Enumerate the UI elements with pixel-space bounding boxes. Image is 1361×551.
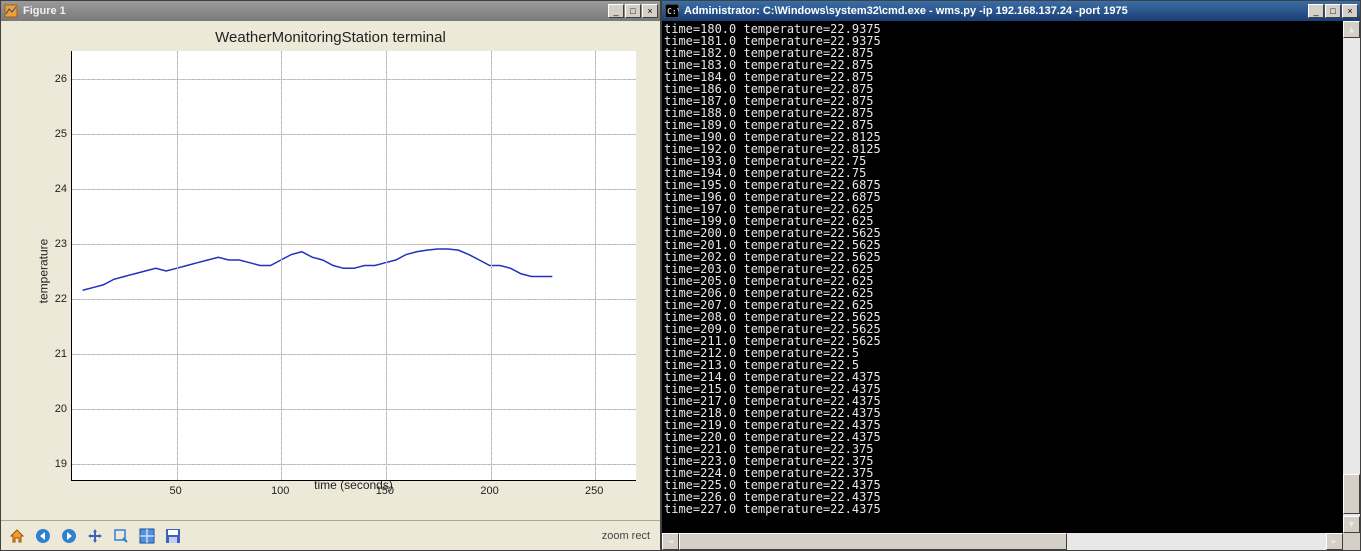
x-tick-label: 50: [166, 485, 186, 497]
terminal-title: Administrator: C:\Windows\system32\cmd.e…: [684, 5, 1308, 17]
terminal-window: C:\ Administrator: C:\Windows\system32\c…: [661, 0, 1361, 551]
scroll-right-button[interactable]: ►: [1326, 533, 1343, 550]
x-tick-label: 200: [480, 485, 500, 497]
plot-canvas[interactable]: [71, 51, 636, 481]
gridline-h: [72, 244, 636, 245]
y-tick-label: 21: [47, 348, 67, 360]
gridline-v: [386, 51, 387, 480]
y-tick-label: 22: [47, 293, 67, 305]
vertical-scrollbar[interactable]: ▲ ▼: [1343, 21, 1360, 533]
gridline-h: [72, 299, 636, 300]
maximize-button[interactable]: □: [625, 4, 641, 18]
svg-text:C:\: C:\: [667, 7, 679, 16]
minimize-button[interactable]: _: [608, 4, 624, 18]
scroll-left-button[interactable]: ◄: [662, 533, 679, 550]
gridline-h: [72, 354, 636, 355]
cmd-icon: C:\: [664, 3, 680, 19]
figure-toolbar: zoom rect: [1, 520, 660, 550]
home-button[interactable]: [5, 524, 29, 548]
y-tick-label: 23: [47, 238, 67, 250]
gridline-v: [595, 51, 596, 480]
figure-app-icon: [3, 3, 19, 19]
plot-area[interactable]: WeatherMonitoringStation terminal temper…: [1, 21, 660, 520]
pan-button[interactable]: [83, 524, 107, 548]
save-button[interactable]: [161, 524, 185, 548]
scrollbar-corner: [1343, 533, 1360, 550]
plot-title: WeatherMonitoringStation terminal: [1, 29, 660, 46]
plot-line: [72, 51, 636, 480]
minimize-button[interactable]: _: [1308, 4, 1324, 18]
terminal-content: time=180.0 temperature=22.9375 time=181.…: [664, 23, 1341, 531]
gridline-v: [491, 51, 492, 480]
scroll-down-button[interactable]: ▼: [1343, 516, 1360, 533]
subplot-button[interactable]: [135, 524, 159, 548]
gridline-h: [72, 409, 636, 410]
y-tick-label: 25: [47, 128, 67, 140]
scroll-thumb-v[interactable]: [1343, 474, 1360, 514]
gridline-h: [72, 79, 636, 80]
scroll-track-v[interactable]: [1343, 38, 1360, 516]
y-tick-label: 19: [47, 458, 67, 470]
y-tick-label: 24: [47, 183, 67, 195]
terminal-titlebar[interactable]: C:\ Administrator: C:\Windows\system32\c…: [662, 1, 1360, 21]
maximize-button[interactable]: □: [1325, 4, 1341, 18]
scroll-up-button[interactable]: ▲: [1343, 21, 1360, 38]
scroll-thumb-h[interactable]: [679, 533, 1067, 550]
close-button[interactable]: ×: [1342, 4, 1358, 18]
forward-button[interactable]: [57, 524, 81, 548]
gridline-v: [281, 51, 282, 480]
gridline-h: [72, 189, 636, 190]
figure-window: Figure 1 _ □ × WeatherMonitoringStation …: [0, 0, 661, 551]
gridline-v: [177, 51, 178, 480]
gridline-h: [72, 464, 636, 465]
x-tick-label: 100: [270, 485, 290, 497]
back-button[interactable]: [31, 524, 55, 548]
toolbar-status: zoom rect: [602, 530, 656, 542]
x-tick-label: 250: [584, 485, 604, 497]
scroll-track-h[interactable]: [679, 533, 1326, 550]
gridline-h: [72, 134, 636, 135]
close-button[interactable]: ×: [642, 4, 658, 18]
x-tick-label: 150: [375, 485, 395, 497]
y-tick-label: 26: [47, 73, 67, 85]
figure-titlebar[interactable]: Figure 1 _ □ ×: [1, 1, 660, 21]
horizontal-scrollbar[interactable]: ◄ ►: [662, 533, 1343, 550]
y-tick-label: 20: [47, 403, 67, 415]
terminal-body[interactable]: time=180.0 temperature=22.9375 time=181.…: [662, 21, 1360, 550]
zoom-button[interactable]: [109, 524, 133, 548]
figure-title: Figure 1: [23, 5, 608, 17]
